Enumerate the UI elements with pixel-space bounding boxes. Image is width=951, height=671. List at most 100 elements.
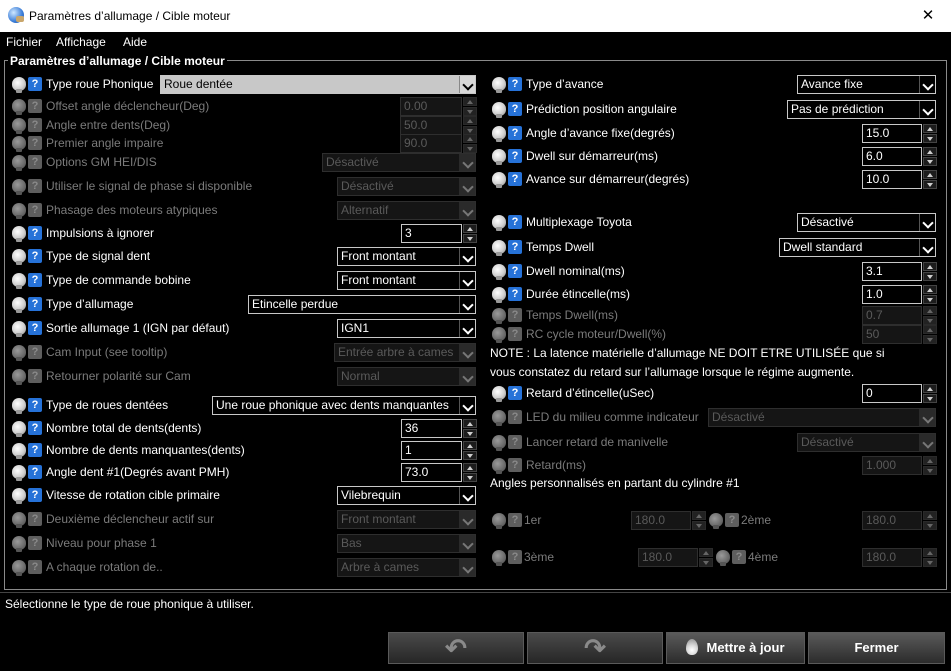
setting-number-field[interactable]: 36 <box>401 419 478 438</box>
setting-dropdown[interactable]: Avance fixe <box>797 75 936 94</box>
help-icon[interactable]: ? <box>28 178 44 194</box>
help-icon[interactable]: ? <box>508 214 524 230</box>
menu-fichier[interactable]: Fichier <box>6 35 42 49</box>
lightbulb-icon[interactable] <box>492 457 508 474</box>
help-icon[interactable]: ? <box>28 368 44 384</box>
lightbulb-icon[interactable] <box>492 263 508 280</box>
increment-arrow-icon[interactable] <box>463 441 477 450</box>
help-icon[interactable]: ? <box>28 76 44 92</box>
setting-number-field[interactable]: 1.0 <box>862 285 938 304</box>
help-icon[interactable]: ? <box>508 148 524 164</box>
help-icon[interactable]: ? <box>508 385 524 401</box>
lightbulb-icon[interactable] <box>492 434 508 451</box>
lightbulb-icon[interactable] <box>492 409 508 426</box>
lightbulb-icon[interactable] <box>12 272 28 289</box>
help-icon[interactable]: ? <box>508 326 524 342</box>
decrement-arrow-icon[interactable] <box>923 134 937 143</box>
lightbulb-icon[interactable] <box>492 307 508 324</box>
lightbulb-icon[interactable] <box>12 442 28 459</box>
number-input[interactable]: 3.1 <box>862 262 922 281</box>
help-icon[interactable]: ? <box>28 98 44 114</box>
decrement-arrow-icon[interactable] <box>923 295 937 304</box>
lightbulb-icon[interactable] <box>12 154 28 171</box>
help-icon[interactable]: ? <box>508 263 524 279</box>
increment-arrow-icon[interactable] <box>923 285 937 294</box>
lightbulb-icon[interactable] <box>492 148 508 165</box>
decrement-arrow-icon[interactable] <box>463 234 477 243</box>
help-icon[interactable]: ? <box>508 307 524 323</box>
decrement-arrow-icon[interactable] <box>463 429 477 438</box>
menu-aide[interactable]: Aide <box>123 35 147 49</box>
help-icon[interactable]: ? <box>28 344 44 360</box>
help-icon[interactable]: ? <box>28 272 44 288</box>
setting-dropdown[interactable]: Dwell standard <box>779 238 936 257</box>
undo-button[interactable]: ↶ <box>388 632 524 664</box>
lightbulb-icon[interactable] <box>492 214 508 231</box>
lightbulb-icon[interactable] <box>492 171 508 188</box>
lightbulb-icon[interactable] <box>12 368 28 385</box>
increment-arrow-icon[interactable] <box>923 170 937 179</box>
help-icon[interactable]: ? <box>28 202 44 218</box>
increment-arrow-icon[interactable] <box>463 419 477 428</box>
help-icon[interactable]: ? <box>508 101 524 117</box>
help-icon[interactable]: ? <box>508 171 524 187</box>
decrement-arrow-icon[interactable] <box>463 473 477 482</box>
lightbulb-icon[interactable] <box>12 76 28 93</box>
lightbulb-icon[interactable] <box>12 344 28 361</box>
lightbulb-icon[interactable] <box>12 117 28 134</box>
redo-button[interactable]: ↷ <box>527 632 663 664</box>
number-input[interactable]: 10.0 <box>862 170 922 189</box>
menu-affichage[interactable]: Affichage <box>56 35 106 49</box>
lightbulb-icon[interactable] <box>12 296 28 313</box>
help-icon[interactable]: ? <box>28 296 44 312</box>
help-icon[interactable]: ? <box>28 420 44 436</box>
setting-number-field[interactable]: 0 <box>862 384 938 403</box>
lightbulb-icon[interactable] <box>492 286 508 303</box>
number-input[interactable]: 1.0 <box>862 285 922 304</box>
increment-arrow-icon[interactable] <box>463 224 477 233</box>
decrement-arrow-icon[interactable] <box>923 272 937 281</box>
setting-dropdown[interactable]: Front montant <box>337 247 476 266</box>
help-icon[interactable]: ? <box>508 409 524 425</box>
increment-arrow-icon[interactable] <box>923 124 937 133</box>
setting-number-field[interactable]: 3.1 <box>862 262 938 281</box>
lightbulb-icon[interactable] <box>12 135 28 152</box>
lightbulb-icon[interactable] <box>12 320 28 337</box>
lightbulb-icon[interactable] <box>12 464 28 481</box>
help-icon[interactable]: ? <box>28 442 44 458</box>
help-icon[interactable]: ? <box>28 511 44 527</box>
help-icon[interactable]: ? <box>508 434 524 450</box>
increment-arrow-icon[interactable] <box>923 147 937 156</box>
number-input[interactable]: 15.0 <box>862 124 922 143</box>
help-icon[interactable]: ? <box>28 154 44 170</box>
number-input[interactable]: 73.0 <box>401 463 462 482</box>
setting-number-field[interactable]: 1 <box>401 441 478 460</box>
help-icon[interactable]: ? <box>28 117 44 133</box>
help-icon[interactable]: ? <box>28 320 44 336</box>
lightbulb-icon[interactable] <box>12 559 28 576</box>
lightbulb-icon[interactable] <box>12 487 28 504</box>
setting-dropdown[interactable]: Etincelle perdue <box>248 295 476 314</box>
help-icon[interactable]: ? <box>28 535 44 551</box>
setting-number-field[interactable]: 3 <box>401 224 478 243</box>
close-window-button[interactable]: ✕ <box>905 0 951 32</box>
title-bar[interactable]: Paramètres d’allumage / Cible moteur ✕ <box>0 0 951 32</box>
setting-dropdown[interactable]: IGN1 <box>337 319 476 338</box>
help-icon[interactable]: ? <box>28 487 44 503</box>
lightbulb-icon[interactable] <box>12 397 28 414</box>
number-input[interactable]: 1 <box>401 441 462 460</box>
decrement-arrow-icon[interactable] <box>923 157 937 166</box>
number-input[interactable]: 6.0 <box>862 147 922 166</box>
decrement-arrow-icon[interactable] <box>463 451 477 460</box>
setting-number-field[interactable]: 10.0 <box>862 170 938 189</box>
help-icon[interactable]: ? <box>508 125 524 141</box>
lightbulb-icon[interactable] <box>492 101 508 118</box>
setting-number-field[interactable]: 6.0 <box>862 147 938 166</box>
help-icon[interactable]: ? <box>508 76 524 92</box>
help-icon[interactable]: ? <box>28 248 44 264</box>
help-icon[interactable]: ? <box>28 464 44 480</box>
number-input[interactable]: 0 <box>862 384 922 403</box>
help-icon[interactable]: ? <box>508 286 524 302</box>
lightbulb-icon[interactable] <box>492 239 508 256</box>
increment-arrow-icon[interactable] <box>923 262 937 271</box>
